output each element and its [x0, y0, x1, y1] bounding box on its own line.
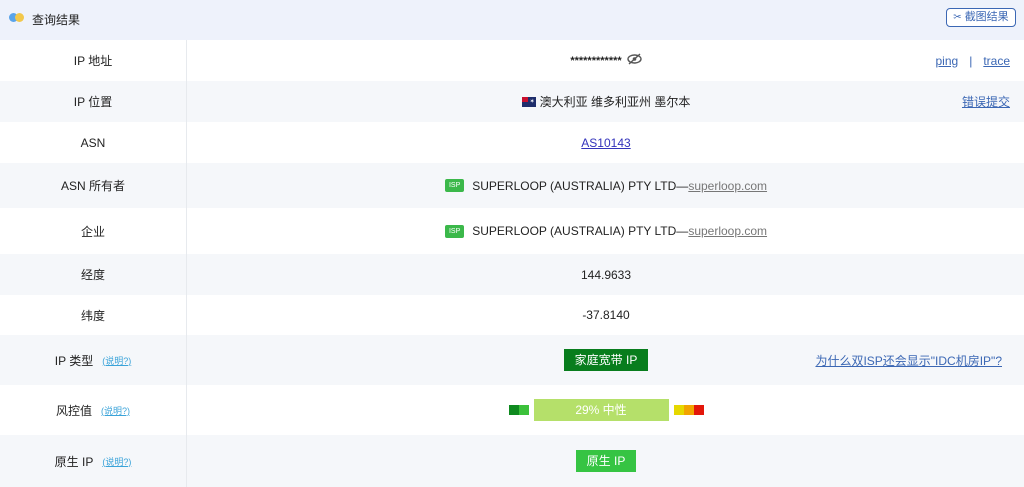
ip-address-value: ************: [570, 54, 622, 67]
asn-link[interactable]: AS10143: [581, 136, 630, 150]
row-ip-type: IP 类型 (说明?) 家庭宽带 IP 为什么双ISP还会显示"IDC机房IP"…: [0, 335, 1024, 385]
scissors-icon: ✂: [953, 12, 962, 23]
ip-address-label: IP 地址: [0, 40, 187, 81]
native-ip-label: 原生 IP: [54, 454, 94, 469]
company-domain-link[interactable]: superloop.com: [688, 224, 767, 238]
risk-value-cell: 29% 中性: [188, 385, 1024, 435]
latitude-label: 纬度: [0, 295, 187, 335]
ip-type-help-link[interactable]: (说明?): [102, 354, 131, 367]
isp-badge: ISP: [444, 179, 465, 192]
trace-link[interactable]: trace: [983, 54, 1010, 68]
native-ip-label-cell: 原生 IP (说明?): [0, 435, 187, 487]
row-risk-score: 风控值 (说明?) 29% 中性: [0, 385, 1024, 435]
row-native-ip: 原生 IP (说明?) 原生 IP: [0, 435, 1024, 487]
asn-owner-value-cell: ISP SUPERLOOP (AUSTRALIA) PTY LTD— super…: [188, 163, 1024, 208]
asn-label: ASN: [0, 122, 187, 163]
risk-segment-very-low: [508, 405, 519, 415]
result-header: 查询结果 ✂ 截图结果: [0, 0, 1024, 40]
error-report-link[interactable]: 错误提交: [962, 81, 1010, 122]
row-ip-address: IP 地址 ************ ping | trace: [0, 40, 1024, 81]
eye-slash-icon[interactable]: [626, 53, 642, 68]
row-company: 企业 ISP SUPERLOOP (AUSTRALIA) PTY LTD— su…: [0, 208, 1024, 254]
row-asn-owner: ASN 所有者 ISP SUPERLOOP (AUSTRALIA) PTY LT…: [0, 163, 1024, 208]
link-separator: |: [969, 53, 973, 68]
company-label: 企业: [0, 208, 187, 254]
native-ip-help-link[interactable]: (说明?): [102, 455, 131, 468]
risk-segment-low: [518, 405, 529, 415]
risk-help-link[interactable]: (说明?): [101, 404, 130, 417]
row-latitude: 纬度 -37.8140: [0, 295, 1024, 335]
native-ip-value-cell: 原生 IP: [188, 435, 1024, 487]
asn-owner-domain-link[interactable]: superloop.com: [688, 179, 767, 193]
company-value-cell: ISP SUPERLOOP (AUSTRALIA) PTY LTD— super…: [188, 208, 1024, 254]
row-longitude: 经度 144.9633: [0, 254, 1024, 295]
risk-label-cell: 风控值 (说明?): [0, 385, 187, 435]
logo-icon: [9, 11, 27, 25]
risk-meter: 29% 中性: [508, 399, 704, 421]
longitude-label: 经度: [0, 254, 187, 295]
dual-isp-question-link[interactable]: 为什么双ISP还会显示"IDC机房IP"?: [815, 335, 1002, 385]
ip-tools: ping | trace: [936, 40, 1011, 81]
latitude-value: -37.8140: [582, 308, 630, 322]
screenshot-button[interactable]: ✂ 截图结果: [946, 8, 1016, 27]
ip-location-value-cell: ✶ 澳大利亚 维多利亚州 墨尔本: [188, 81, 1024, 122]
asn-owner-name: SUPERLOOP (AUSTRALIA) PTY LTD—: [472, 178, 689, 193]
asn-value-cell: AS10143: [188, 122, 1024, 163]
ip-type-badge: 家庭宽带 IP: [563, 349, 649, 371]
company-name: SUPERLOOP (AUSTRALIA) PTY LTD—: [472, 224, 689, 238]
australia-flag-icon: ✶: [521, 96, 536, 107]
ip-location-value: 澳大利亚 维多利亚州 墨尔本: [539, 95, 691, 109]
ip-address-value-cell: ************: [188, 40, 1024, 81]
ping-link[interactable]: ping: [936, 54, 959, 68]
row-ip-location: IP 位置 ✶ 澳大利亚 维多利亚州 墨尔本 错误提交: [0, 81, 1024, 122]
risk-segment-very-high: [693, 405, 704, 415]
ip-type-label-cell: IP 类型 (说明?): [0, 335, 187, 385]
asn-owner-label: ASN 所有者: [0, 163, 187, 208]
ip-type-label: IP 类型: [54, 353, 94, 368]
risk-segment-high: [683, 405, 694, 415]
header-title: 查询结果: [32, 13, 81, 27]
native-ip-badge: 原生 IP: [575, 450, 637, 472]
isp-badge: ISP: [444, 224, 465, 238]
risk-segment-medium: [673, 405, 684, 415]
longitude-value: 144.9633: [580, 267, 632, 282]
screenshot-label: 截图结果: [964, 11, 1009, 23]
risk-label: 风控值: [55, 403, 92, 418]
row-asn: ASN AS10143: [0, 122, 1024, 163]
ip-location-label: IP 位置: [0, 81, 187, 122]
risk-score-bar: 29% 中性: [533, 399, 669, 421]
